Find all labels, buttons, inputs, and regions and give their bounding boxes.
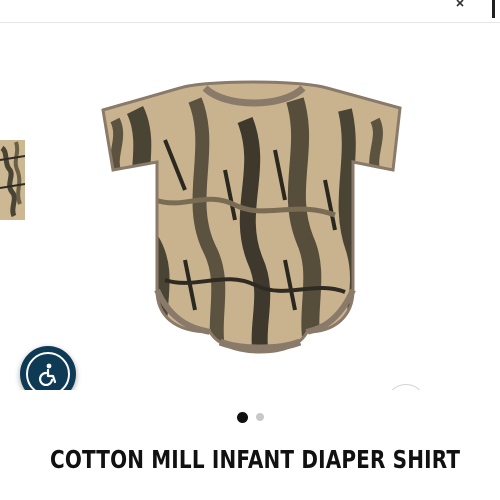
carousel-pagination bbox=[0, 410, 500, 424]
product-title: COTTON MILL INFANT DIAPER SHIRT bbox=[50, 445, 461, 474]
scroll-edge bbox=[492, 0, 495, 18]
carousel-dot[interactable] bbox=[255, 413, 264, 421]
close-icon[interactable] bbox=[452, 0, 472, 8]
accessibility-icon-ring bbox=[26, 352, 70, 390]
accessibility-icon bbox=[39, 363, 57, 386]
carousel-dot-active[interactable] bbox=[236, 411, 248, 423]
onesie-image bbox=[101, 80, 402, 354]
product-image-carousel[interactable] bbox=[0, 40, 500, 390]
previous-image-peek[interactable] bbox=[0, 140, 25, 220]
accessibility-button[interactable] bbox=[20, 346, 76, 390]
top-bar bbox=[0, 0, 500, 23]
